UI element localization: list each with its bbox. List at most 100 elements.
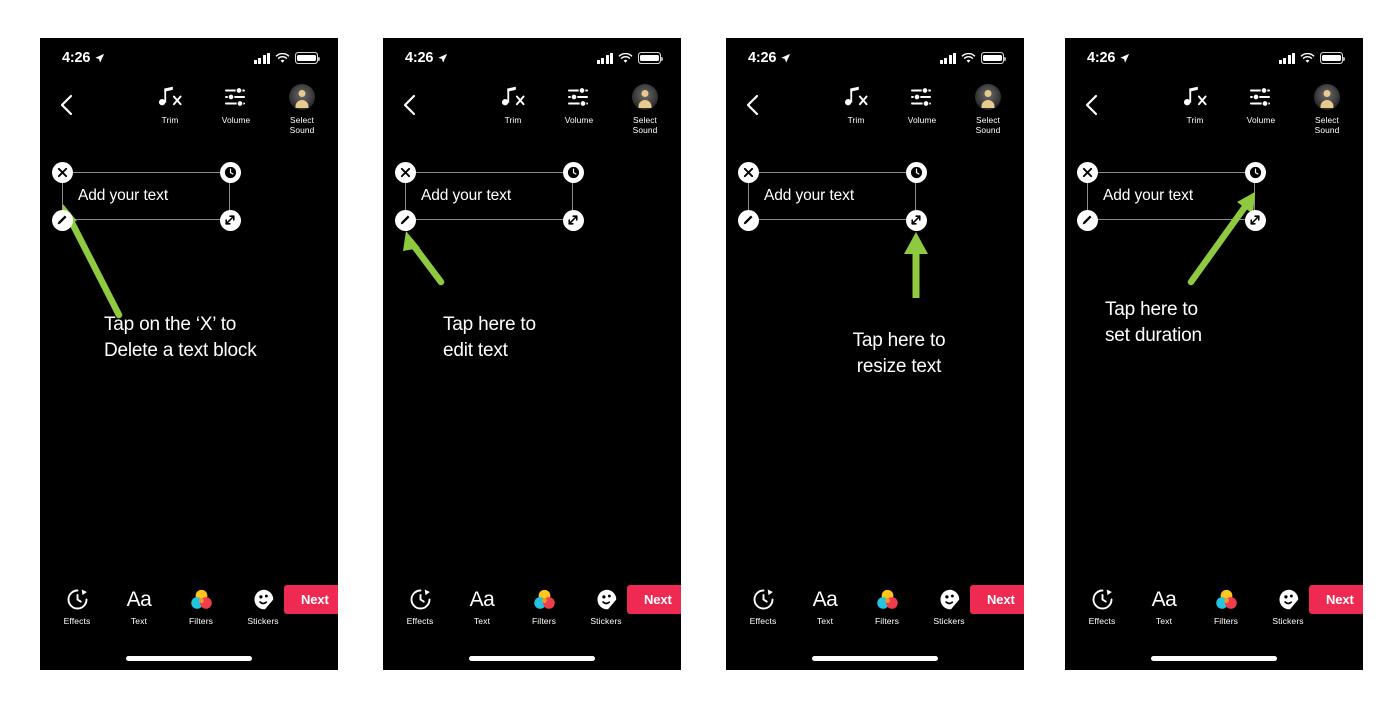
volume-tool[interactable]: Volume	[557, 84, 601, 125]
screenshot-canvas: 4:26 Trim Volume Select Sound Add your t…	[0, 0, 1400, 716]
trim-tool[interactable]: Trim	[491, 84, 535, 125]
duration-handle[interactable]	[1244, 161, 1266, 183]
volume-tool[interactable]: Volume	[1239, 84, 1283, 125]
annotation-text-resize: Tap here to resize text	[852, 330, 946, 377]
resize-diagonal-icon	[568, 215, 578, 225]
annotation-text-delete: Tap on the ‘X’ to Delete a text block	[104, 314, 257, 361]
chevron-left-icon[interactable]	[56, 92, 78, 118]
next-button[interactable]: Next	[1309, 584, 1363, 614]
avatar	[1314, 84, 1340, 110]
phone-panel-duration: 4:26 Trim Volume Select Sound Add your t…	[1065, 38, 1363, 670]
text-block[interactable]: Add your text	[1076, 161, 1266, 231]
filters-tool[interactable]: Filters	[523, 586, 565, 626]
stickers-tool[interactable]: Stickers	[928, 586, 970, 626]
cellular-signal-icon	[596, 52, 613, 64]
filters-tool-label: Filters	[531, 616, 557, 626]
annotation-arrow-resize	[904, 232, 928, 298]
effects-tool-label: Effects	[63, 616, 91, 626]
filters-tool[interactable]: Filters	[1205, 586, 1247, 626]
home-indicator-bar[interactable]	[469, 656, 595, 661]
select-sound-tool[interactable]: Select Sound	[280, 84, 324, 135]
volume-tool[interactable]: Volume	[214, 84, 258, 125]
next-button[interactable]: Next	[970, 584, 1024, 614]
effects-tool[interactable]: Effects	[742, 586, 784, 626]
select-sound-tool[interactable]: Select Sound	[623, 84, 667, 135]
avatar-head	[641, 89, 649, 97]
status-time-group: 4:26	[62, 50, 105, 66]
edit-handle[interactable]	[737, 209, 759, 231]
phone-panel-resize: 4:26 Trim Volume Select Sound Add your t…	[726, 38, 1024, 670]
effects-tool[interactable]: Effects	[56, 586, 98, 626]
select-sound-tool-label: Select Sound	[289, 115, 315, 135]
aa-glyph: Aa	[469, 587, 495, 611]
stickers-tool[interactable]: Stickers	[242, 586, 284, 626]
trim-tool[interactable]: Trim	[1173, 84, 1217, 125]
text-tool[interactable]: Aa Text	[118, 586, 160, 627]
text-tool[interactable]: Aa Text	[1143, 586, 1185, 627]
chevron-left-icon[interactable]	[1081, 92, 1103, 118]
delete-handle[interactable]	[51, 161, 73, 183]
stickers-tool-label: Stickers	[247, 616, 279, 626]
delete-handle[interactable]	[737, 161, 759, 183]
delete-handle[interactable]	[1076, 161, 1098, 183]
location-arrow-icon	[781, 53, 791, 63]
text-tool[interactable]: Aa Text	[804, 586, 846, 627]
three-circles-icon	[190, 586, 213, 612]
text-block[interactable]: Add your text	[737, 161, 927, 231]
delete-handle[interactable]	[394, 161, 416, 183]
sticker-face-icon	[252, 586, 275, 612]
resize-diagonal-icon	[1250, 215, 1260, 225]
status-time-group: 4:26	[1087, 50, 1130, 66]
pencil-icon	[400, 215, 410, 225]
select-sound-tool[interactable]: Select Sound	[966, 84, 1010, 135]
resize-handle[interactable]	[905, 209, 927, 231]
effects-tool[interactable]: Effects	[399, 586, 441, 626]
home-indicator-bar[interactable]	[812, 656, 938, 661]
stickers-tool[interactable]: Stickers	[585, 586, 627, 626]
phone-panel-edit: 4:26 Trim Volume Select Sound Add your t…	[383, 38, 681, 670]
resize-handle[interactable]	[219, 209, 241, 231]
volume-tool[interactable]: Volume	[900, 84, 944, 125]
status-time-group: 4:26	[405, 50, 448, 66]
select-sound-tool[interactable]: Select Sound	[1305, 84, 1349, 135]
text-block[interactable]: Add your text	[51, 161, 241, 231]
text-block[interactable]: Add your text	[394, 161, 584, 231]
trim-tool-label: Trim	[504, 115, 522, 125]
trim-tool[interactable]: Trim	[834, 84, 878, 125]
text-tool-label: Text	[130, 616, 148, 626]
status-bar: 4:26	[1065, 38, 1363, 78]
next-button[interactable]: Next	[284, 584, 338, 614]
sticker-face-icon	[938, 586, 961, 612]
filters-tool[interactable]: Filters	[866, 586, 908, 626]
trim-tool[interactable]: Trim	[148, 84, 192, 125]
status-indicators	[253, 52, 320, 64]
duration-handle[interactable]	[905, 161, 927, 183]
duration-handle[interactable]	[219, 161, 241, 183]
next-button[interactable]: Next	[627, 584, 681, 614]
filters-tool[interactable]: Filters	[180, 586, 222, 626]
clock-icon	[910, 166, 922, 178]
nav-tools-group: Trim Volume Select Sound	[1173, 84, 1349, 135]
status-indicators	[596, 52, 663, 64]
edit-handle[interactable]	[51, 209, 73, 231]
home-indicator-bar[interactable]	[126, 656, 252, 661]
stickers-tool-label: Stickers	[933, 616, 965, 626]
edit-handle[interactable]	[394, 209, 416, 231]
chevron-left-icon[interactable]	[742, 92, 764, 118]
stickers-tool[interactable]: Stickers	[1267, 586, 1309, 626]
text-tool[interactable]: Aa Text	[461, 586, 503, 627]
effects-tool[interactable]: Effects	[1081, 586, 1123, 626]
phone-panel-delete: 4:26 Trim Volume Select Sound Add your t…	[40, 38, 338, 670]
edit-handle[interactable]	[1076, 209, 1098, 231]
close-x-icon	[743, 167, 753, 177]
resize-handle[interactable]	[562, 209, 584, 231]
status-time-label: 4:26	[1087, 50, 1116, 66]
nav-tools-group: Trim Volume Select Sound	[148, 84, 324, 135]
aa-text-icon: Aa	[1152, 586, 1177, 612]
avatar-icon	[1314, 84, 1340, 110]
cellular-signal-icon	[1278, 52, 1295, 64]
chevron-left-icon[interactable]	[399, 92, 421, 118]
home-indicator-bar[interactable]	[1151, 656, 1277, 661]
duration-handle[interactable]	[562, 161, 584, 183]
resize-handle[interactable]	[1244, 209, 1266, 231]
